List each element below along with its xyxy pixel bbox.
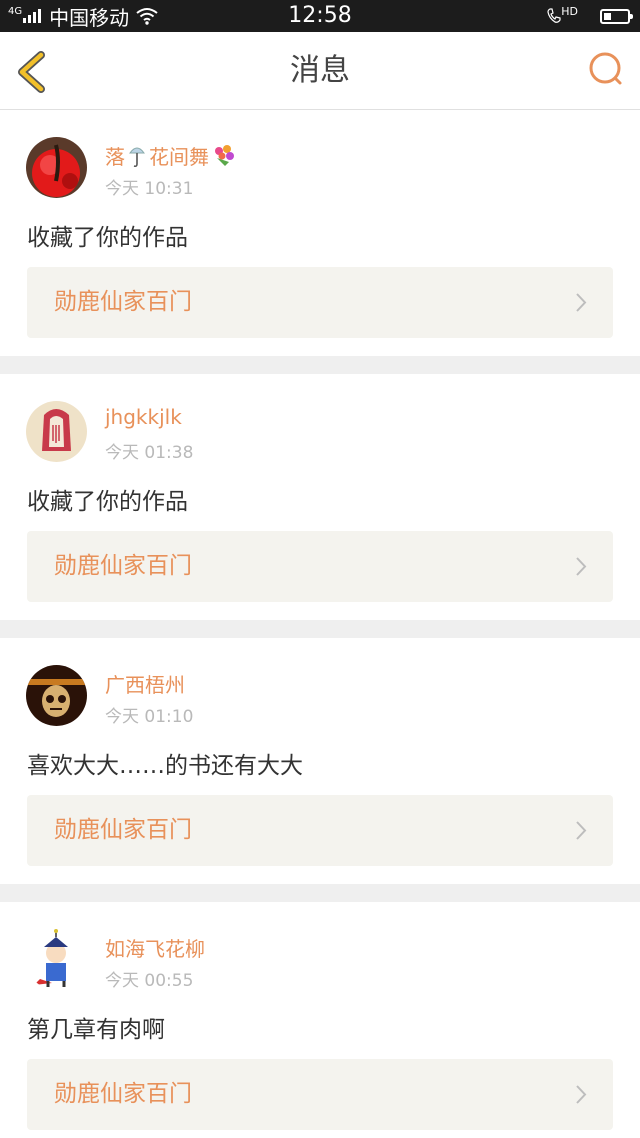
message-text: 收藏了你的作品 (27, 225, 188, 251)
search-icon (589, 52, 622, 85)
username[interactable]: jhgkkjlk (105, 405, 182, 429)
status-right: HD (547, 0, 633, 32)
message-text: 收藏了你的作品 (27, 489, 188, 515)
search-button[interactable] (586, 50, 626, 90)
username[interactable]: 落 花间舞 (105, 141, 239, 170)
app-screen: 4G 中国移动 12:58 HD 消息 落 花间舞 今天 10:31 收藏了你的… (0, 0, 640, 1138)
work-link[interactable]: 勋鹿仙家百门 (27, 795, 613, 866)
username-text: 花间舞 (149, 145, 209, 169)
timestamp: 今天 01:10 (105, 707, 194, 727)
work-title: 勋鹿仙家百门 (54, 553, 192, 579)
work-link[interactable]: 勋鹿仙家百门 (27, 267, 613, 338)
message-text: 喜欢大大……的书还有大大 (27, 753, 303, 779)
chevron-left-icon (18, 51, 45, 93)
chevron-right-icon (576, 1085, 587, 1104)
avatar[interactable] (26, 401, 87, 462)
work-link[interactable]: 勋鹿仙家百门 (27, 531, 613, 602)
battery-icon (600, 8, 633, 24)
message-card: 落 花间舞 今天 10:31 收藏了你的作品 勋鹿仙家百门 (0, 110, 640, 356)
hd-call-indicator: HD (547, 4, 578, 24)
page-title: 消息 (290, 53, 350, 88)
message-card: 广西梧州 今天 01:10 喜欢大大……的书还有大大 勋鹿仙家百门 (0, 638, 640, 884)
umbrella-icon (129, 147, 145, 167)
timestamp: 今天 00:55 (105, 971, 194, 991)
message-text: 第几章有肉啊 (27, 1017, 165, 1043)
chevron-right-icon (576, 557, 587, 576)
clock: 12:58 (288, 3, 352, 28)
nav-header: 消息 (0, 32, 640, 110)
back-button[interactable] (14, 50, 54, 94)
phone-icon (547, 8, 561, 23)
avatar[interactable] (26, 665, 87, 726)
work-title: 勋鹿仙家百门 (54, 1081, 192, 1107)
work-link[interactable]: 勋鹿仙家百门 (27, 1059, 613, 1130)
avatar[interactable] (26, 929, 87, 990)
message-card: 如海飞花柳 今天 00:55 第几章有肉啊 勋鹿仙家百门 (0, 902, 640, 1138)
username[interactable]: 如海飞花柳 (105, 933, 205, 962)
chevron-right-icon (576, 293, 587, 312)
avatar[interactable] (26, 137, 87, 198)
work-title: 勋鹿仙家百门 (54, 289, 192, 315)
timestamp: 今天 10:31 (105, 179, 194, 199)
status-bar: 4G 中国移动 12:58 HD (0, 0, 640, 32)
hd-badge: HD (561, 4, 578, 18)
chevron-right-icon (576, 821, 587, 840)
work-title: 勋鹿仙家百门 (54, 817, 192, 843)
username-text: 落 (105, 145, 125, 169)
timestamp: 今天 01:38 (105, 443, 194, 463)
message-list: 落 花间舞 今天 10:31 收藏了你的作品 勋鹿仙家百门 jhgkkjlk 今… (0, 110, 640, 1138)
message-card: jhgkkjlk 今天 01:38 收藏了你的作品 勋鹿仙家百门 (0, 374, 640, 620)
username[interactable]: 广西梧州 (105, 669, 185, 698)
bouquet-icon (215, 144, 234, 166)
